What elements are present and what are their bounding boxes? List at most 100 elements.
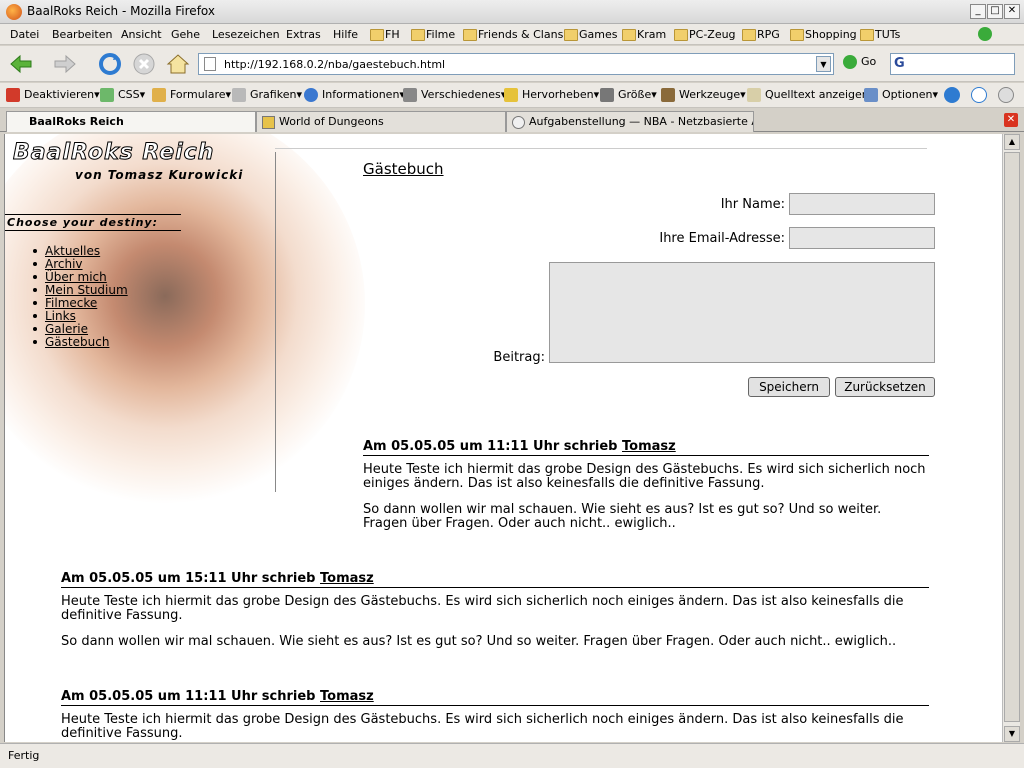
nav-link[interactable]: Filmecke <box>45 296 97 310</box>
wd-formulare[interactable]: Formulare▾ <box>152 88 231 102</box>
window-titlebar: BaalRoks Reich - Mozilla Firefox _ □ ✕ <box>0 0 1024 24</box>
address-bar[interactable]: http://192.168.0.2/nba/gaestebuch.html ▼ <box>198 53 834 75</box>
email-input[interactable] <box>789 227 935 249</box>
entry-author-link[interactable]: Tomasz <box>622 439 676 454</box>
wd-werkzeuge[interactable]: Werkzeuge▾ <box>661 88 746 102</box>
entry-date: Am 05.05.05 um 15:11 Uhr schrieb <box>61 571 321 586</box>
scroll-down-icon[interactable]: ▼ <box>1004 726 1020 742</box>
maximize-button[interactable]: □ <box>987 4 1003 19</box>
scroll-thumb[interactable] <box>1004 152 1020 722</box>
google-icon: G <box>894 56 905 71</box>
wd-quelltext[interactable]: Quelltext anzeigen <box>747 88 869 102</box>
scroll-up-icon[interactable]: ▲ <box>1004 134 1020 150</box>
bookmark-pc-zeug[interactable]: PC-Zeug <box>674 28 736 41</box>
page-icon <box>204 57 216 71</box>
nav-item[interactable]: Filmecke <box>33 296 128 310</box>
wd-hervorheben[interactable]: Hervorheben▾ <box>504 88 599 102</box>
wd-label: Hervorheben <box>522 88 594 101</box>
options-icon <box>864 88 878 102</box>
bookmark-tuts[interactable]: TUTs <box>860 28 900 41</box>
tab-aufgabenstellung[interactable]: Aufgabenstellung — NBA - Netzbasierte An… <box>506 111 754 132</box>
menu-datei[interactable]: Datei <box>10 28 39 41</box>
nav-item[interactable]: Gästebuch <box>33 335 128 349</box>
entry-text: Heute Teste ich hiermit das grobe Design… <box>61 594 904 623</box>
entry-header: Am 05.05.05 um 11:11 Uhr schrieb Tomasz <box>61 690 929 706</box>
bookmark-fh[interactable]: FH <box>370 28 400 41</box>
nav-item[interactable]: Links <box>33 309 128 323</box>
more-icon[interactable] <box>998 87 1014 103</box>
bookmark-filme[interactable]: Filme <box>411 28 455 41</box>
name-label: Ihr Name: <box>720 197 785 212</box>
page-viewport: BaalRoks Reich von Tomasz Kurowicki Choo… <box>4 134 1002 742</box>
reset-button[interactable]: Zurücksetzen <box>835 377 935 397</box>
vertical-scrollbar[interactable]: ▲ ▼ <box>1002 134 1020 742</box>
top-divider <box>275 148 927 149</box>
save-button[interactable]: Speichern <box>748 377 830 397</box>
site-nav: Aktuelles Archiv Über mich Mein Studium … <box>33 244 128 349</box>
name-input[interactable] <box>789 193 935 215</box>
wd-groesse[interactable]: Größe▾ <box>600 88 657 102</box>
css-icon <box>100 88 114 102</box>
about-icon[interactable] <box>971 87 987 103</box>
wd-deaktivieren[interactable]: Deaktivieren▾ <box>6 88 100 102</box>
wd-informationen[interactable]: Informationen▾ <box>304 88 405 102</box>
nav-item[interactable]: Aktuelles <box>33 244 128 258</box>
wd-css[interactable]: CSS▾ <box>100 88 145 102</box>
nav-link[interactable]: Gästebuch <box>45 335 109 349</box>
guestbook-entry: Am 05.05.05 um 15:11 Uhr schrieb Tomasz … <box>61 572 929 661</box>
bookmark-rpg[interactable]: RPG <box>742 28 780 41</box>
wd-grafiken[interactable]: Grafiken▾ <box>232 88 302 102</box>
nav-item[interactable]: Über mich <box>33 270 128 284</box>
wd-verschiedenes[interactable]: Verschiedenes▾ <box>403 88 506 102</box>
bookmark-shopping[interactable]: Shopping <box>790 28 857 41</box>
nav-item[interactable]: Galerie <box>33 322 128 336</box>
nav-link[interactable]: Aktuelles <box>45 244 100 258</box>
menu-lesezeichen[interactable]: Lesezeichen <box>212 28 280 41</box>
url-text[interactable]: http://192.168.0.2/nba/gaestebuch.html <box>224 58 445 71</box>
source-icon <box>747 88 761 102</box>
misc-icon <box>403 88 417 102</box>
wd-optionen[interactable]: Optionen▾ <box>864 88 938 102</box>
nav-item[interactable]: Archiv <box>33 257 128 271</box>
nav-link[interactable]: Links <box>45 309 76 323</box>
entry-author-link[interactable]: Tomasz <box>320 571 374 586</box>
nav-link[interactable]: Galerie <box>45 322 88 336</box>
url-dropdown-icon[interactable]: ▼ <box>816 56 831 72</box>
bookmark-kram[interactable]: Kram <box>622 28 666 41</box>
status-icon[interactable] <box>978 27 992 41</box>
go-label: Go <box>861 55 877 68</box>
close-tab-icon[interactable]: ✕ <box>1004 113 1018 127</box>
nav-item[interactable]: Mein Studium <box>33 283 128 297</box>
back-arrow-icon[interactable] <box>8 51 34 77</box>
bookmark-games[interactable]: Games <box>564 28 617 41</box>
post-textarea[interactable] <box>549 262 935 363</box>
entry-author-link[interactable]: Tomasz <box>320 689 374 704</box>
menu-gehe[interactable]: Gehe <box>171 28 200 41</box>
status-text: Fertig <box>8 749 40 762</box>
entry-text: Heute Teste ich hiermit das grobe Design… <box>363 462 926 491</box>
forward-arrow-icon[interactable] <box>52 51 78 77</box>
stop-icon[interactable] <box>131 51 157 77</box>
reload-icon[interactable] <box>97 51 123 77</box>
tab-world-of-dungeons[interactable]: World of Dungeons <box>256 111 506 132</box>
menu-extras[interactable]: Extras <box>286 28 321 41</box>
close-window-button[interactable]: ✕ <box>1004 4 1020 19</box>
home-icon[interactable] <box>165 51 191 77</box>
minimize-button[interactable]: _ <box>970 4 986 19</box>
nav-link[interactable]: Über mich <box>45 270 107 284</box>
menu-bearbeiten[interactable]: Bearbeiten <box>52 28 112 41</box>
menu-bar: Datei Bearbeiten Ansicht Gehe Lesezeiche… <box>0 24 1024 45</box>
firefox-icon <box>6 4 22 20</box>
tab-baalroks[interactable]: BaalRoks Reich <box>6 111 256 132</box>
menu-hilfe[interactable]: Hilfe <box>333 28 358 41</box>
search-box[interactable]: G <box>890 53 1015 75</box>
tab-bar: BaalRoks Reich World of Dungeons Aufgabe… <box>0 109 1024 132</box>
wd-label: CSS <box>118 88 140 101</box>
go-button[interactable]: Go <box>843 55 876 69</box>
menu-ansicht[interactable]: Ansicht <box>121 28 162 41</box>
bookmark-friends[interactable]: Friends & Clans <box>463 28 563 41</box>
nav-link[interactable]: Archiv <box>45 257 83 271</box>
validate-icon[interactable] <box>944 87 960 103</box>
tab-label: BaalRoks Reich <box>29 115 124 128</box>
nav-link[interactable]: Mein Studium <box>45 283 128 297</box>
